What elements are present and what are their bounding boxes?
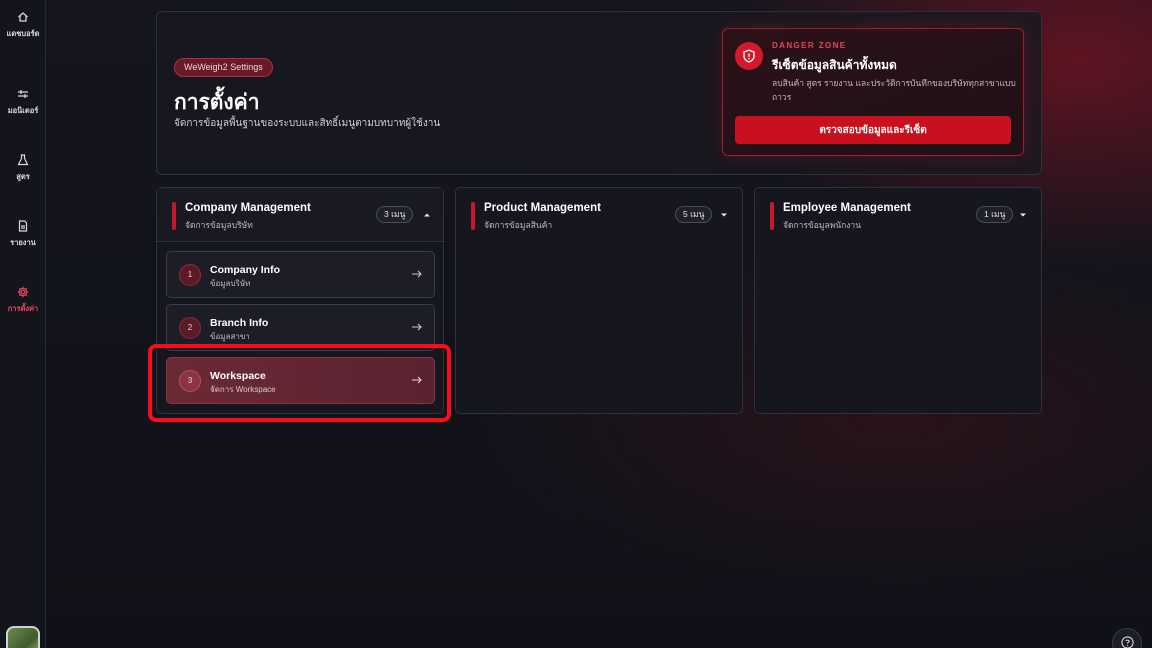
reset-check-button[interactable]: ตรวจสอบข้อมูลและรีเซ็ต bbox=[735, 116, 1011, 144]
section-subtitle: จัดการข้อมูลสินค้า bbox=[484, 220, 553, 230]
section-header-company[interactable]: Company Management จัดการข้อมูลบริษัท 3 … bbox=[157, 188, 443, 242]
accent-bar bbox=[770, 202, 774, 230]
sidebar: แดชบอร์ด มอนิเตอร์ สูตร รายงาน การตั้งค่… bbox=[0, 0, 46, 648]
sidebar-item-label: รายงาน bbox=[10, 238, 36, 247]
section-title: Company Management bbox=[185, 202, 311, 214]
arrow-right-icon bbox=[412, 323, 422, 331]
menu-count-badge: 3 เมนู bbox=[376, 206, 414, 223]
home-icon bbox=[18, 12, 28, 22]
page-subtitle: จัดการข้อมูลพื้นฐานของระบบและสิทธิ์เมนูต… bbox=[174, 118, 441, 129]
sidebar-item-monitor[interactable]: มอนิเตอร์ bbox=[0, 88, 46, 116]
menu-item-company-info[interactable]: 1 Company Info ข้อมูลบริษัท bbox=[166, 251, 435, 298]
help-button[interactable] bbox=[1112, 628, 1142, 648]
avatar[interactable] bbox=[6, 626, 40, 648]
gear-icon bbox=[17, 286, 29, 298]
document-icon bbox=[18, 220, 28, 232]
question-icon bbox=[1120, 636, 1134, 648]
section-header-employee[interactable]: Employee Management จัดการข้อมูลพนักงาน … bbox=[755, 188, 1041, 242]
danger-zone-tag: DANGER ZONE bbox=[772, 41, 847, 50]
section-employee-management: Employee Management จัดการข้อมูลพนักงาน … bbox=[754, 187, 1042, 414]
chevron-down-icon[interactable] bbox=[1018, 210, 1028, 220]
section-subtitle: จัดการข้อมูลพนักงาน bbox=[783, 220, 862, 230]
section-title: Employee Management bbox=[783, 202, 911, 214]
danger-zone-description: ลบสินค้า สูตร รายงาน และประวัติการบันทึก… bbox=[772, 78, 1016, 102]
item-number: 2 bbox=[179, 317, 201, 339]
sidebar-item-label: มอนิเตอร์ bbox=[7, 106, 39, 115]
sidebar-item-label: สูตร bbox=[16, 172, 30, 181]
sidebar-item-formula[interactable]: สูตร bbox=[0, 154, 46, 182]
shield-alert-icon bbox=[735, 42, 763, 70]
chevron-down-icon[interactable] bbox=[719, 210, 729, 220]
item-title: Company Info bbox=[210, 264, 280, 276]
menu-item-workspace[interactable]: 3 Workspace จัดการ Workspace bbox=[166, 357, 435, 404]
monitor-icon bbox=[18, 90, 28, 98]
item-subtitle: ข้อมูลสาขา bbox=[210, 332, 250, 341]
page-title: การตั้งค่า bbox=[174, 91, 260, 114]
sidebar-item-report[interactable]: รายงาน bbox=[0, 220, 46, 248]
sidebar-item-settings[interactable]: การตั้งค่า bbox=[0, 286, 46, 314]
chevron-up-icon[interactable] bbox=[422, 210, 432, 220]
section-header-product[interactable]: Product Management จัดการข้อมูลสินค้า 5 … bbox=[456, 188, 742, 242]
item-number: 3 bbox=[179, 370, 201, 392]
menu-item-branch-info[interactable]: 2 Branch Info ข้อมูลสาขา bbox=[166, 304, 435, 351]
app-badge: WeWeigh2 Settings bbox=[174, 58, 273, 77]
sidebar-item-label: แดชบอร์ด bbox=[6, 29, 40, 38]
section-title: Product Management bbox=[484, 202, 601, 214]
item-title: Workspace bbox=[210, 370, 266, 382]
item-number: 1 bbox=[179, 264, 201, 286]
item-title: Branch Info bbox=[210, 317, 269, 329]
item-subtitle: จัดการ Workspace bbox=[210, 385, 276, 394]
accent-bar bbox=[172, 202, 176, 230]
item-subtitle: ข้อมูลบริษัท bbox=[210, 279, 251, 288]
accent-bar bbox=[471, 202, 475, 230]
sidebar-item-label: การตั้งค่า bbox=[7, 304, 39, 313]
section-company-management: Company Management จัดการข้อมูลบริษัท 3 … bbox=[156, 187, 444, 414]
section-subtitle: จัดการข้อมูลบริษัท bbox=[185, 220, 253, 230]
menu-count-badge: 5 เมนู bbox=[675, 206, 713, 223]
danger-zone-title: รีเซ็ตข้อมูลสินค้าทั้งหมด bbox=[772, 58, 897, 72]
arrow-right-icon bbox=[412, 376, 422, 384]
flask-icon bbox=[17, 154, 29, 166]
arrow-right-icon bbox=[412, 270, 422, 278]
sidebar-item-dashboard[interactable]: แดชบอร์ด bbox=[0, 11, 46, 39]
section-product-management: Product Management จัดการข้อมูลสินค้า 5 … bbox=[455, 187, 743, 414]
menu-count-badge: 1 เมนู bbox=[976, 206, 1014, 223]
